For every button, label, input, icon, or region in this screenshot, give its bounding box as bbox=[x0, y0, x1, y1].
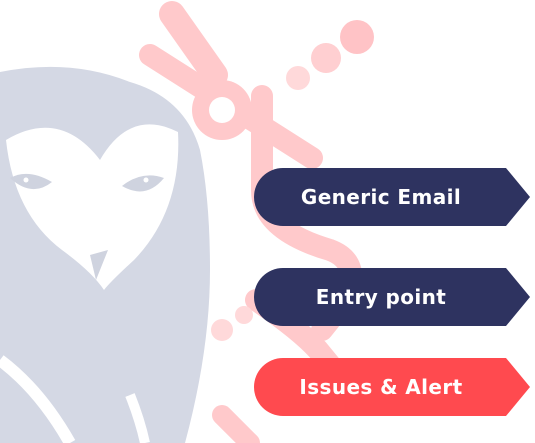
owl-illustration bbox=[0, 66, 210, 443]
issues-alert-label: Issues & Alert bbox=[299, 375, 463, 399]
entry-point-tag[interactable]: Entry point bbox=[254, 268, 530, 326]
generic-email-label: Generic Email bbox=[300, 185, 462, 209]
entry-point-label: Entry point bbox=[315, 285, 447, 309]
generic-email-tag[interactable]: Generic Email bbox=[254, 168, 530, 226]
issues-alert-tag[interactable]: Issues & Alert bbox=[254, 358, 530, 416]
